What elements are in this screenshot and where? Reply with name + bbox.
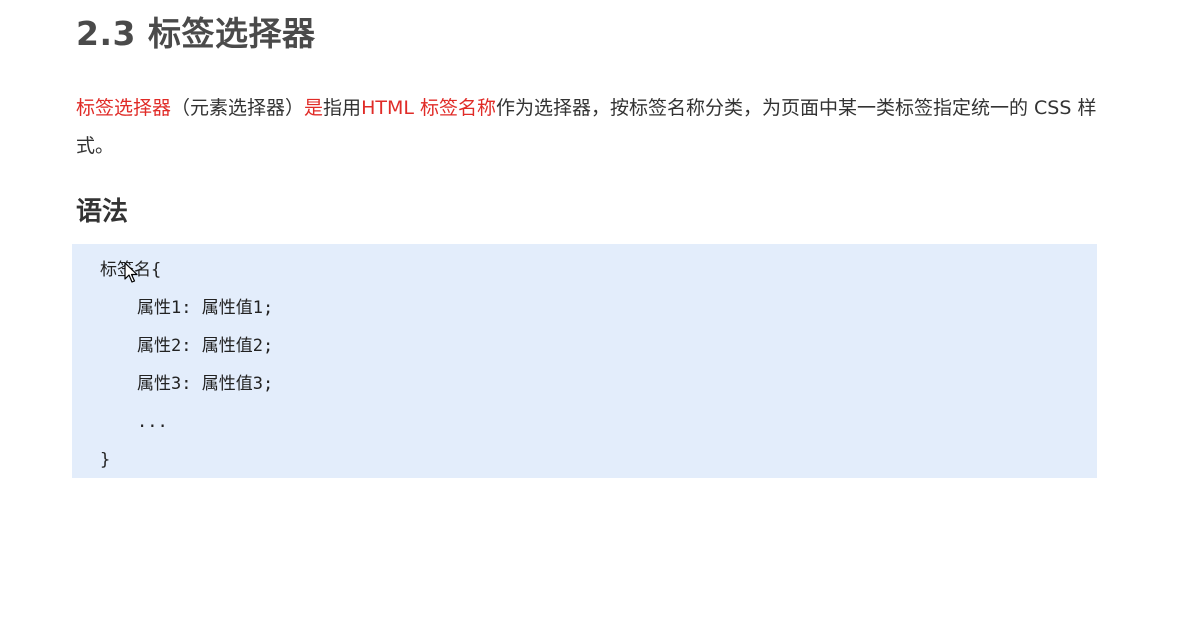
syntax-heading: 语法 <box>76 197 129 227</box>
intro-verb: 指用 <box>323 97 362 119</box>
code-ellipsis-line: ... <box>137 412 168 432</box>
intro-paragraph: 标签选择器（元素选择器）是指用HTML 标签名称作为选择器，按标签名称分类，为页… <box>76 89 1116 165</box>
code-declaration-line: 属性2: 属性值2; <box>137 336 274 356</box>
intro-is: 是 <box>304 97 324 119</box>
code-declaration-line: 属性3: 属性值3; <box>137 374 274 394</box>
code-selector-line: 标签名{ <box>100 256 1097 294</box>
code-declaration-line: 属性1: 属性值1; <box>137 298 274 318</box>
intro-term: 标签选择器 <box>76 97 172 119</box>
code-closing-line: } <box>100 450 111 470</box>
section-title: 2.3 标签选择器 <box>76 14 316 53</box>
intro-key-phrase: HTML 标签名称 <box>361 97 496 119</box>
code-block: 标签名{ 属性1: 属性值1; 属性2: 属性值2; 属性3: 属性值3; ..… <box>72 244 1097 478</box>
intro-aside: （元素选择器） <box>171 97 305 119</box>
mouse-pointer-icon <box>124 262 138 283</box>
document-page: 2.3 标签选择器 标签选择器（元素选择器）是指用HTML 标签名称作为选择器，… <box>0 0 1189 622</box>
